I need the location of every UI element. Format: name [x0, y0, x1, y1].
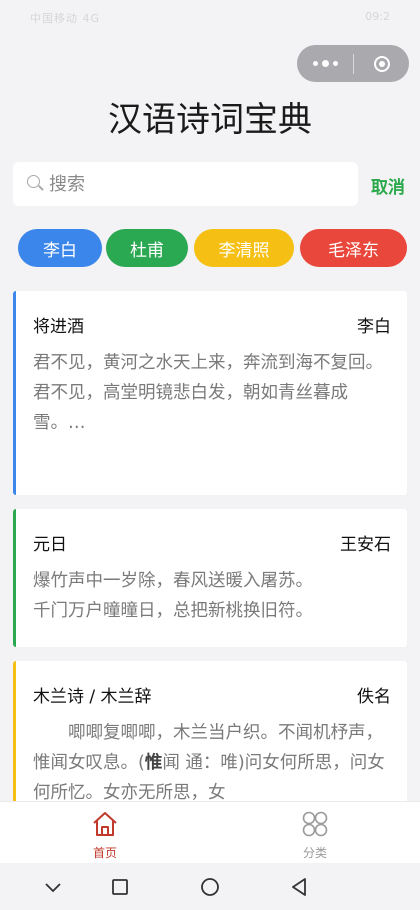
more-menu-button[interactable]	[297, 45, 353, 82]
poem-title: 将进酒	[33, 317, 84, 337]
cancel-button[interactable]: 取消	[371, 173, 405, 198]
poem-excerpt: 爆竹声中一岁除，春风送暖入屠苏。 千门万户曈曈日，总把新桃换旧符。	[33, 566, 393, 626]
poem-card[interactable]: 木兰诗 / 木兰辞 佚名 唧唧复唧唧，木兰当户织。不闻机杼声，惟闻女叹息。(惟闻…	[13, 661, 407, 821]
close-miniprogram-button[interactable]	[354, 45, 409, 82]
poem-author: 王安石	[340, 535, 391, 555]
home-circle-icon[interactable]	[198, 875, 222, 899]
dot-icon	[321, 60, 329, 67]
card-header: 元日 王安石	[33, 530, 391, 555]
poem-author: 李白	[357, 317, 391, 337]
poem-title: 木兰诗 / 木兰辞	[33, 687, 152, 707]
dot-icon	[312, 61, 318, 66]
poem-title: 元日	[33, 535, 67, 555]
status-time: 09:2	[365, 10, 390, 23]
tag-li-bai[interactable]: 李白	[18, 229, 102, 267]
card-header: 将进酒 李白	[33, 312, 391, 337]
home-icon	[93, 812, 117, 836]
tag-mao-zedong[interactable]: 毛泽东	[300, 229, 407, 267]
poem-line: 君不见，黄河之水天上来，奔流到海不复回。	[33, 353, 383, 373]
poem-line-emphasis: 惟	[144, 753, 163, 773]
poem-excerpt: 唧唧复唧唧，木兰当户织。不闻机杼声，惟闻女叹息。(惟闻 通：唯)问女何所思，问女…	[33, 718, 393, 808]
search-box[interactable]	[13, 162, 358, 206]
status-bar: 中国移动 4G 09:2	[0, 0, 420, 34]
poem-author: 佚名	[357, 687, 391, 707]
card-accent-bar	[13, 509, 16, 647]
tab-bar: 首页 分类	[0, 801, 420, 864]
tab-home-label: 首页	[92, 846, 117, 860]
poem-card[interactable]: 元日 王安石 爆竹声中一岁除，春风送暖入屠苏。 千门万户曈曈日，总把新桃换旧符。	[13, 509, 407, 647]
tag-du-fu[interactable]: 杜甫	[106, 229, 188, 267]
tab-category-label: 分类	[302, 846, 327, 860]
tab-home[interactable]: 首页	[65, 808, 145, 862]
author-tags: 李白 杜甫 李清照 毛泽东	[18, 229, 408, 267]
tab-category[interactable]: 分类	[275, 808, 355, 862]
poem-card[interactable]: 将进酒 李白 君不见，黄河之水天上来，奔流到海不复回。 君不见，高堂明镜悲白发，…	[13, 291, 407, 495]
search-icon	[27, 175, 45, 193]
card-header: 木兰诗 / 木兰辞 佚名	[33, 682, 391, 707]
dot-icon	[332, 61, 338, 66]
poem-line: 千门万户曈曈日，总把新桃换旧符。	[33, 601, 313, 621]
recent-apps-icon[interactable]	[108, 875, 132, 899]
search-input[interactable]	[47, 172, 341, 196]
grid-icon	[302, 811, 328, 837]
target-icon	[373, 55, 390, 72]
back-triangle-icon[interactable]	[287, 875, 311, 899]
system-nav-bar	[0, 863, 420, 910]
card-accent-bar	[13, 661, 16, 821]
tag-li-qingzhao[interactable]: 李清照	[194, 229, 294, 267]
poem-excerpt: 君不见，黄河之水天上来，奔流到海不复回。 君不见，高堂明镜悲白发，朝如青丝暮成雪…	[33, 348, 393, 438]
poem-line: 君不见，高堂明镜悲白发，朝如青丝暮成雪。…	[33, 383, 348, 433]
status-carrier: 中国移动 4G	[30, 12, 101, 25]
poem-line: 爆竹声中一岁除，春风送暖入屠苏。	[33, 571, 313, 591]
page-title: 汉语诗词宝典	[108, 100, 312, 140]
miniprogram-capsule	[297, 45, 409, 82]
chevron-down-icon[interactable]	[41, 875, 65, 899]
card-accent-bar	[13, 291, 16, 495]
